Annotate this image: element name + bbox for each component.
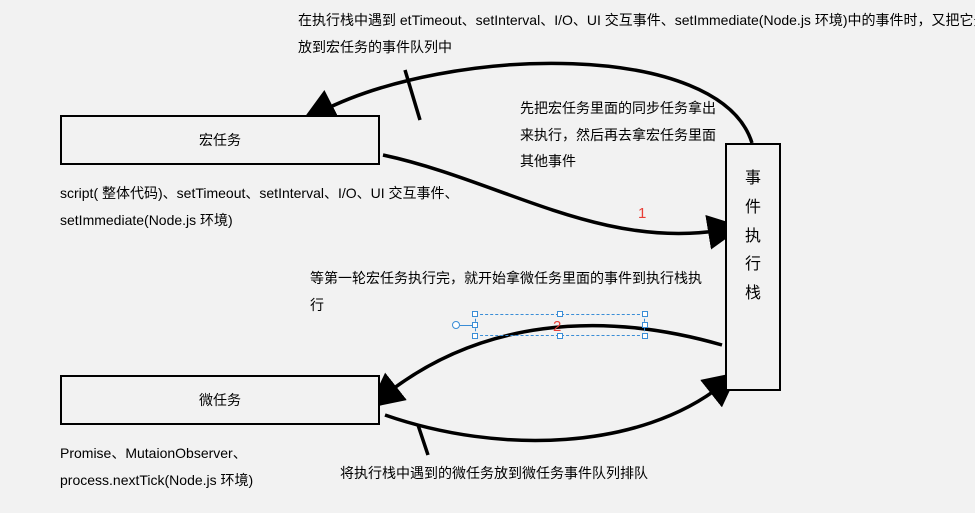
annotation-macro-desc: script( 整体代码)、setTimeout、setInterval、I/O… [60,180,460,233]
resize-handle-tl[interactable] [472,311,478,317]
annotation-top: 在执行栈中遇到 etTimeout、setInterval、I/O、UI 交互事… [298,7,975,60]
stack-char: 事 [745,165,761,194]
resize-handle-br[interactable] [642,333,648,339]
annotation-sync: 先把宏任务里面的同步任务拿出来执行，然后再去拿宏任务里面其他事件 [520,95,720,175]
annotation-micro-queue: 将执行栈中遇到的微任务放到微任务事件队列排队 [340,460,740,487]
resize-handle-bm[interactable] [557,333,563,339]
annotation-micro-loop: 等第一轮宏任务执行完，就开始拿微任务里面的事件到执行栈执行 [310,265,710,318]
resize-handle-bl[interactable] [472,333,478,339]
micro-task-label: 微任务 [199,390,241,410]
diagram-arrows [0,0,975,513]
resize-handle-mr[interactable] [642,322,648,328]
rotate-handle[interactable] [452,321,460,329]
resize-handle-tm[interactable] [557,311,563,317]
resize-handle-ml[interactable] [472,322,478,328]
micro-task-box: 微任务 [60,375,380,425]
macro-task-box: 宏任务 [60,115,380,165]
text-selection-box[interactable] [475,314,645,336]
exec-stack-box: 事 件 执 行 栈 [725,143,781,391]
stack-char: 栈 [745,280,761,309]
macro-task-label: 宏任务 [199,130,241,150]
resize-handle-tr[interactable] [642,311,648,317]
stack-char: 行 [745,251,761,280]
step-number-1: 1 [638,205,646,222]
stack-char: 执 [745,223,761,252]
annotation-micro-desc: Promise、MutaionObserver、process.nextTick… [60,440,360,493]
stack-char: 件 [745,194,761,223]
